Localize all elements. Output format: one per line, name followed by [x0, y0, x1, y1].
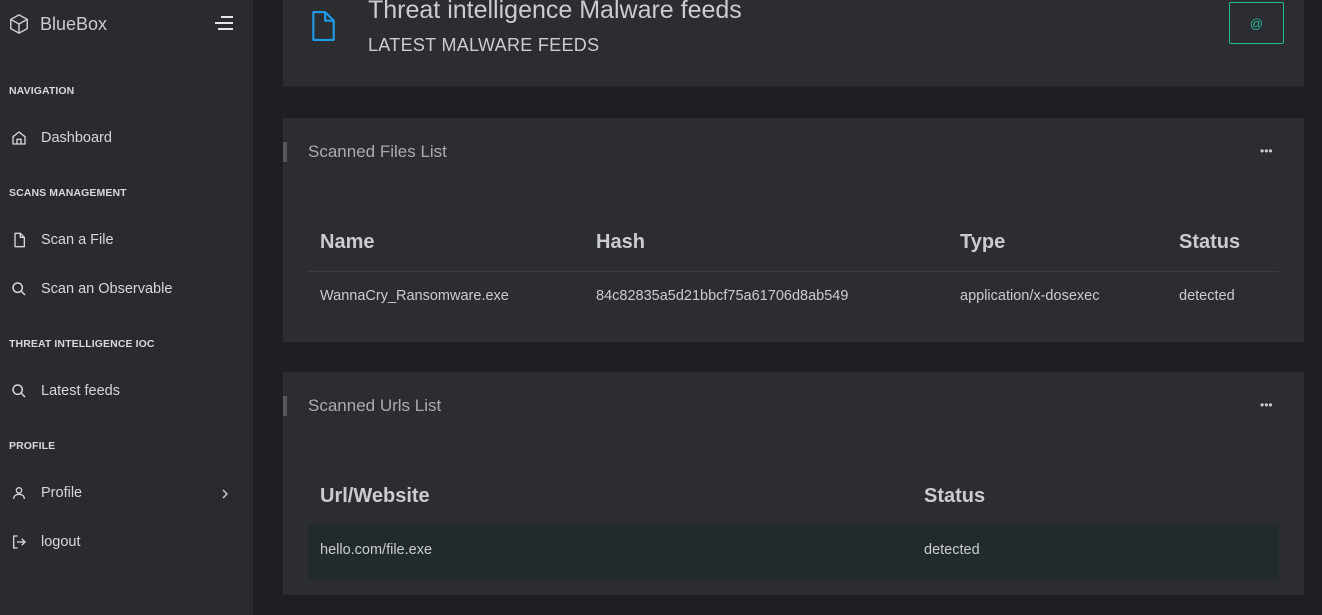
cell-status: detected: [1179, 288, 1235, 304]
sidebar-item-label: Scan an Observable: [41, 281, 173, 297]
column-header-status: Status: [924, 485, 986, 507]
cell-status: detected: [924, 542, 980, 558]
column-header-status: Status: [1179, 231, 1241, 253]
sidebar-item-scan-observable[interactable]: Scan an Observable: [0, 271, 253, 307]
card-title: Scanned Urls List: [308, 396, 442, 415]
file-icon: [11, 232, 27, 248]
column-header-url: Url/Website: [320, 485, 430, 507]
brand[interactable]: BlueBox: [8, 12, 107, 36]
more-options-icon[interactable]: •••: [1260, 144, 1273, 158]
sidebar-item-profile[interactable]: Profile: [0, 475, 253, 511]
nav-heading-scans-management: SCANS MANAGEMENT: [9, 187, 127, 199]
chevron-right-icon: [219, 487, 231, 499]
page-title: Threat intelligence Malware feeds: [368, 0, 742, 24]
scanned-files-card: Scanned Files List ••• Name Hash Type St…: [283, 118, 1304, 342]
search-icon: [11, 383, 27, 399]
sidebar: BlueBox NAVIGATION Dashboard SCANS MANAG…: [0, 0, 253, 615]
cell-name: WannaCry_Ransomware.exe: [320, 288, 509, 304]
scanned-urls-table: Url/Website Status hello.com/file.exe de…: [308, 472, 1279, 582]
nav-heading-threat-intelligence: THREAT INTELLIGENCE IOC: [9, 338, 155, 350]
scanned-urls-card: Scanned Urls List ••• Url/Website Status…: [283, 372, 1304, 595]
nav-heading-profile: PROFILE: [9, 440, 56, 452]
table-row[interactable]: hello.com/file.exe detected: [308, 525, 1279, 579]
user-icon: [11, 485, 27, 501]
card-title: Scanned Files List: [308, 142, 447, 161]
column-header-type: Type: [960, 231, 1006, 253]
home-icon: [11, 130, 27, 146]
brand-name: BlueBox: [40, 13, 108, 34]
card-accent: [283, 142, 287, 162]
more-options-icon[interactable]: •••: [1260, 398, 1273, 412]
sidebar-item-label: Profile: [41, 485, 83, 501]
cube-icon: [8, 13, 30, 35]
table-divider: [308, 271, 1279, 272]
sidebar-item-logout[interactable]: logout: [0, 524, 253, 560]
column-header-hash: Hash: [596, 231, 645, 253]
search-icon: [11, 281, 27, 297]
sidebar-item-label: logout: [41, 534, 81, 550]
menu-toggle-icon[interactable]: [215, 16, 233, 30]
cell-hash: 84c82835a5d21bbcf75a61706d8ab549: [596, 288, 849, 304]
logout-icon: [11, 534, 27, 550]
nav-heading-navigation: NAVIGATION: [9, 85, 75, 97]
sidebar-item-latest-feeds[interactable]: Latest feeds: [0, 373, 253, 409]
sidebar-item-label: Scan a File: [41, 232, 114, 248]
page-header: Threat intelligence Malware feeds LATEST…: [283, 0, 1304, 87]
card-accent: [283, 396, 287, 416]
column-header-name: Name: [320, 231, 375, 253]
scanned-files-table: Name Hash Type Status WannaCry_Ransomwar…: [308, 218, 1279, 318]
page-subtitle: LATEST MALWARE FEEDS: [368, 35, 600, 55]
sidebar-item-label: Dashboard: [41, 130, 112, 146]
sidebar-item-label: Latest feeds: [41, 383, 120, 399]
cell-type: application/x-dosexec: [960, 288, 1100, 304]
sidebar-item-dashboard[interactable]: Dashboard: [0, 120, 253, 156]
cell-url: hello.com/file.exe: [320, 542, 433, 558]
file-icon: [310, 11, 336, 41]
header-action-button[interactable]: @: [1229, 2, 1284, 44]
sidebar-item-scan-file[interactable]: Scan a File: [0, 222, 253, 258]
